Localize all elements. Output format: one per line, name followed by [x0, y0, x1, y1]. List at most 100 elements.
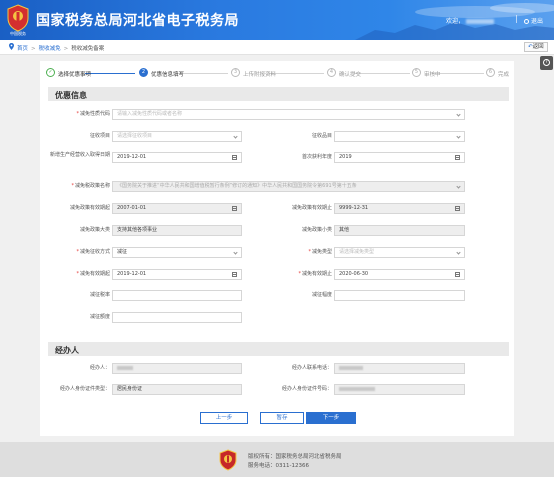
label-text: 减免有效期起 [79, 271, 110, 277]
required-mark: * [298, 271, 301, 277]
agent-name-label: 经办人： [89, 365, 110, 371]
logout-button[interactable]: 退出 [524, 16, 543, 25]
yxqz-label: 减免政策有效期止 [291, 205, 332, 211]
placeholder: 请选择减免类型 [339, 249, 375, 255]
field-value: 2019-12-01 [117, 154, 147, 160]
jmqz-label: *减免有效期止 [266, 271, 332, 277]
field-value: 《国务院关于推进“中华人民共和国增值税暂行条例”修订的通知》中华人民共和国国务院… [117, 183, 357, 189]
step-number: 5 [412, 68, 421, 77]
help-icon: ? [543, 59, 550, 66]
sbnd-label: 首次获利年度 [301, 154, 332, 160]
jmlx-label: *减免类型 [266, 249, 332, 255]
copyright-text: 版权所有：国家税务总局河北省税务局 [248, 454, 342, 460]
section-header-jingbanren: 经办人 [48, 342, 509, 356]
field-value: 2020-06-30 [339, 271, 369, 277]
dl-input[interactable]: 支持其他各项事业 [112, 225, 242, 236]
service-phone-text: 服务电话：0311-12366 [248, 463, 309, 469]
zsxm-select[interactable]: 请选择征收项目 [112, 131, 242, 142]
field-value: 2019 [339, 154, 352, 160]
field-value: 支持其他各项事业 [117, 227, 158, 233]
jzfd-label: 减征幅度 [311, 292, 332, 298]
breadcrumb-home[interactable]: 首页 [17, 46, 28, 52]
next-step-button[interactable]: 下一步 [306, 412, 356, 424]
blurred-value [339, 386, 375, 391]
step-label: 完成 [498, 72, 510, 78]
required-mark: * [76, 111, 79, 117]
yxqz-date-input[interactable]: 9999-12-31 [334, 203, 465, 214]
back-label: 返回 [532, 44, 544, 50]
jzfd-input[interactable] [334, 290, 465, 301]
field-value: 2019-12-01 [117, 271, 147, 277]
step-label: 审核中 [424, 72, 441, 78]
jmlx-select[interactable]: 请选择减免类型 [334, 247, 465, 258]
dl-label: 减免政策大类 [79, 227, 110, 233]
field-value: 居民身份证 [117, 386, 143, 392]
jzed-input[interactable] [112, 312, 242, 323]
agent-idno-label: 经办人身份证件号码： [281, 386, 332, 392]
agent-idno-input[interactable] [334, 384, 465, 395]
welcome-label: 欢迎， [446, 18, 465, 25]
agent-phone-input[interactable] [334, 363, 465, 374]
back-button[interactable]: ↶返回 [524, 42, 548, 52]
field-value: 减征 [117, 249, 128, 255]
field-value: 2007-01-01 [117, 205, 147, 211]
zcyj-label: *减免税政策名称 [46, 183, 110, 189]
chevron-down-icon [456, 250, 461, 255]
step-connector [268, 73, 324, 74]
step-connector [354, 73, 410, 74]
jmxz-select[interactable]: 请输入减免性质代码或者名称 [112, 109, 465, 120]
save-draft-button[interactable]: 暂存 [260, 412, 304, 424]
progress-steps: ✓ 选择优惠事项 2 优惠信息填写 3 上传附报资料 4 确认提交 5 审核中 … [40, 67, 514, 79]
jmqq-label: *减免有效期起 [46, 271, 110, 277]
chevron-down-icon [456, 112, 461, 117]
zsxm-label: 征收项目 [89, 133, 110, 139]
agent-idtype-label: 经办人身份证件类型： [59, 386, 110, 392]
zspm-select[interactable] [334, 131, 465, 142]
jmfs-label: *减免征收方式 [46, 249, 110, 255]
breadcrumb-level1[interactable]: 税收减免 [39, 46, 61, 52]
jmqq-date-input[interactable]: 2019-12-01 [112, 269, 242, 280]
placeholder: 请输入减免性质代码或者名称 [117, 111, 183, 117]
scrq-label: 新增生产经营收入取得日期 [49, 152, 110, 158]
required-mark: * [76, 271, 79, 277]
jzed-label: 减征额度 [89, 314, 110, 320]
agent-phone-label: 经办人联系电话： [291, 365, 332, 371]
emblem-caption: 中国税务 [10, 31, 26, 36]
jmqz-date-input[interactable]: 2020-06-30 [334, 269, 465, 280]
scrq-date-input[interactable]: 2019-12-01 [112, 152, 242, 163]
xl-input[interactable]: 其他 [334, 225, 465, 236]
chevron-down-icon [233, 134, 238, 139]
help-button[interactable]: ? [540, 56, 553, 70]
calendar-icon [455, 206, 460, 211]
step-check-icon: ✓ [46, 68, 55, 77]
agent-name-input[interactable] [112, 363, 242, 374]
zcyj-select[interactable]: 《国务院关于推进“中华人民共和国增值税暂行条例”修订的通知》中华人民共和国国务院… [112, 181, 465, 192]
step-label: 选择优惠事项 [58, 72, 92, 78]
jmfs-select[interactable]: 减征 [112, 247, 242, 258]
breadcrumb-separator: > [31, 46, 36, 52]
section-title: 优惠信息 [55, 91, 87, 100]
label-text: 减免类型 [311, 249, 332, 255]
location-pin-icon [9, 43, 14, 50]
step-label: 优惠信息填写 [151, 72, 185, 78]
label-text: 减免征收方式 [79, 249, 110, 255]
tax-emblem-logo [7, 4, 29, 32]
jzsl-input[interactable] [112, 290, 242, 301]
username-blurred [466, 19, 495, 24]
required-mark: * [308, 249, 311, 255]
breadcrumb: 首页 > 税收减免 > 税收减免备案 [17, 44, 104, 52]
calendar-icon [232, 206, 237, 211]
chevron-down-icon [456, 184, 461, 189]
jmxz-label: *减免性质代码 [46, 111, 110, 117]
step-number: 4 [327, 68, 336, 77]
yxqq-date-input[interactable]: 2007-01-01 [112, 203, 242, 214]
label-text: 减免税政策名称 [74, 183, 110, 189]
step-label: 上传附报资料 [243, 72, 277, 78]
section-title: 经办人 [55, 346, 79, 355]
prev-step-button[interactable]: 上一步 [200, 412, 248, 424]
step-connector [85, 73, 135, 74]
field-value: 9999-12-31 [339, 205, 369, 211]
agent-idtype-input[interactable]: 居民身份证 [112, 384, 242, 395]
sbnd-year-input[interactable]: 2019 [334, 152, 465, 163]
step-number: 6 [486, 68, 495, 77]
